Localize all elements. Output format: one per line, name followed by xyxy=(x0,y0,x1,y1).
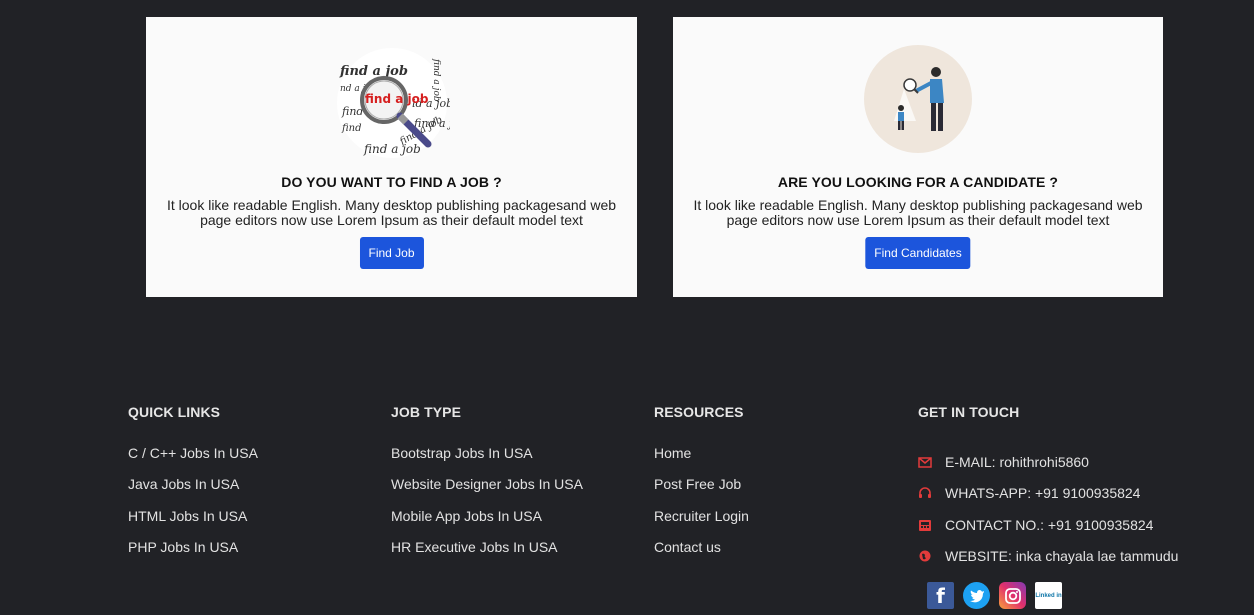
footer-link[interactable]: Mobile App Jobs In USA xyxy=(391,508,542,524)
footer-link-recruiter-login[interactable]: Recruiter Login xyxy=(654,508,749,524)
footer-heading: RESOURCES xyxy=(654,404,744,420)
svg-text:find a job: find a job xyxy=(431,58,441,102)
contact-website: WEBSITE: inka chayala lae tammudu xyxy=(918,548,1178,564)
footer-link[interactable]: Website Designer Jobs In USA xyxy=(391,476,583,492)
footer-heading: JOB TYPE xyxy=(391,404,462,420)
footer-heading: GET IN TOUCH xyxy=(918,404,1020,420)
footer-link[interactable]: HR Executive Jobs In USA xyxy=(391,539,558,555)
facebook-icon[interactable]: f xyxy=(927,582,954,609)
contact-email: E-MAIL: rohithrohi5860 xyxy=(918,454,1089,470)
globe-icon xyxy=(918,549,932,563)
facebook-glyph: f xyxy=(936,583,945,608)
social-links: f Linked in xyxy=(927,582,1062,609)
linkedin-icon[interactable]: Linked in xyxy=(1035,582,1062,609)
footer-link[interactable]: PHP Jobs In USA xyxy=(128,539,238,555)
candidate-illustration xyxy=(864,45,972,153)
footer-quick-links: QUICK LINKS C / C++ Jobs In USA Java Job… xyxy=(128,404,258,555)
contact-phone-text: CONTACT NO.: +91 9100935824 xyxy=(945,517,1154,533)
footer-get-in-touch: GET IN TOUCH E-MAIL: rohithrohi5860 WHAT… xyxy=(918,404,1178,564)
find-a-job-illustration: find a job nd a job find a job find id a… xyxy=(334,45,466,161)
find-candidates-button[interactable]: Find Candidates xyxy=(865,237,971,269)
footer-job-type: JOB TYPE Bootstrap Jobs In USA Website D… xyxy=(391,404,583,555)
svg-text:find a job: find a job xyxy=(339,64,408,79)
card-text: It look like readable English. Many desk… xyxy=(166,197,617,228)
twitter-icon[interactable] xyxy=(963,582,990,609)
footer-heading: QUICK LINKS xyxy=(128,404,221,420)
svg-text:find: find xyxy=(341,123,362,134)
footer-link-contact-us[interactable]: Contact us xyxy=(654,539,721,555)
footer-link[interactable]: HTML Jobs In USA xyxy=(128,508,247,524)
card-text: It look like readable English. Many desk… xyxy=(693,197,1143,228)
footer-link-home[interactable]: Home xyxy=(654,445,691,461)
card-title: ARE YOU LOOKING FOR A CANDIDATE ? xyxy=(777,174,1059,190)
card-title: DO YOU WANT TO FIND A JOB ? xyxy=(281,174,502,190)
image-text: find a job xyxy=(365,92,429,106)
phone-icon xyxy=(918,518,932,532)
find-job-card: find a job nd a job find a job find id a… xyxy=(146,17,637,297)
instagram-icon[interactable] xyxy=(999,582,1026,609)
envelope-icon xyxy=(918,455,932,469)
contact-phone: CONTACT NO.: +91 9100935824 xyxy=(918,517,1153,533)
contact-whatsapp: WHATS-APP: +91 9100935824 xyxy=(918,485,1140,501)
svg-text:find a job: find a job xyxy=(363,142,421,156)
footer-link[interactable]: Bootstrap Jobs In USA xyxy=(391,445,533,461)
footer-link-post-free-job[interactable]: Post Free Job xyxy=(654,476,741,492)
find-candidate-card: ARE YOU LOOKING FOR A CANDIDATE ? It loo… xyxy=(673,17,1163,297)
linkedin-glyph: Linked in xyxy=(1035,592,1062,599)
contact-website-text: WEBSITE: inka chayala lae tammudu xyxy=(945,548,1179,564)
headphones-icon xyxy=(918,486,932,500)
contact-email-text: E-MAIL: rohithrohi5860 xyxy=(945,454,1089,470)
footer-resources: RESOURCES Home Post Free Job Recruiter L… xyxy=(654,404,749,555)
footer-link[interactable]: C / C++ Jobs In USA xyxy=(128,445,258,461)
contact-whatsapp-text: WHATS-APP: +91 9100935824 xyxy=(945,485,1141,501)
find-job-button[interactable]: Find Job xyxy=(359,237,424,269)
footer-link[interactable]: Java Jobs In USA xyxy=(128,476,239,492)
